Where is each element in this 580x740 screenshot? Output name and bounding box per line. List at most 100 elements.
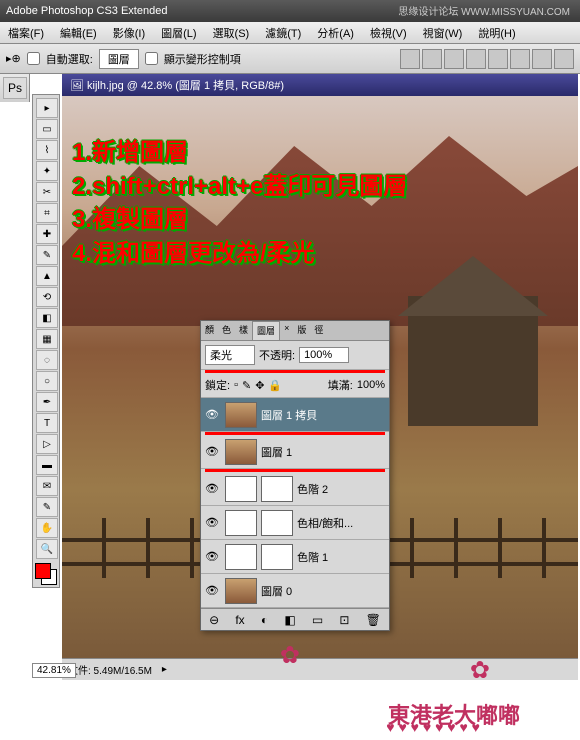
tab[interactable]: 徑 bbox=[310, 321, 327, 340]
marquee-tool[interactable]: ▭ bbox=[36, 119, 58, 139]
align-btn[interactable] bbox=[466, 49, 486, 69]
menu-file[interactable]: 檔案(F) bbox=[0, 22, 52, 43]
autoselect-checkbox[interactable] bbox=[27, 52, 40, 65]
align-btn[interactable] bbox=[400, 49, 420, 69]
align-btn[interactable] bbox=[554, 49, 574, 69]
tab-layers[interactable]: 圖層 bbox=[252, 321, 280, 340]
shape-tool[interactable]: ▬ bbox=[36, 455, 58, 475]
notes-tool[interactable]: ✉ bbox=[36, 476, 58, 496]
lock-row: 鎖定: ▫✎✥🔒 填滿: 100% bbox=[201, 373, 389, 398]
layer-thumb[interactable] bbox=[225, 510, 257, 536]
lock-icon[interactable]: ✎ bbox=[242, 379, 251, 392]
dodge-tool[interactable]: ○ bbox=[36, 371, 58, 391]
layer-thumb[interactable] bbox=[225, 439, 257, 465]
layer-mask-thumb[interactable] bbox=[261, 476, 293, 502]
tab[interactable]: 色 bbox=[218, 321, 235, 340]
layer-thumb[interactable] bbox=[225, 578, 257, 604]
ps-icon[interactable]: Ps bbox=[3, 77, 27, 99]
tab[interactable]: × bbox=[280, 321, 293, 340]
fx-icon[interactable]: fx bbox=[235, 613, 244, 627]
heal-tool[interactable]: ✚ bbox=[36, 224, 58, 244]
menu-view[interactable]: 檢視(V) bbox=[362, 22, 415, 43]
status-file: 文件: 5.49M/16.5M bbox=[68, 662, 152, 677]
group-icon[interactable]: ▭ bbox=[312, 613, 323, 627]
opacity-label: 不透明: bbox=[259, 347, 295, 363]
menu-image[interactable]: 影像(I) bbox=[105, 22, 153, 43]
align-btn[interactable] bbox=[422, 49, 442, 69]
stamp-tool[interactable]: ▲ bbox=[36, 266, 58, 286]
showtransform-checkbox[interactable] bbox=[145, 52, 158, 65]
menu-window[interactable]: 視窗(W) bbox=[415, 22, 471, 43]
adj-icon[interactable]: ◧ bbox=[284, 613, 295, 627]
layer-row[interactable]: 👁 色相/飽和... bbox=[201, 506, 389, 540]
menu-filter[interactable]: 濾鏡(T) bbox=[257, 22, 309, 43]
align-btn[interactable] bbox=[444, 49, 464, 69]
lock-icon[interactable]: ▫ bbox=[234, 379, 238, 391]
blur-tool[interactable]: ◌ bbox=[36, 350, 58, 370]
new-icon[interactable]: ⊡ bbox=[339, 613, 349, 627]
document-title: kijlh.jpg @ 42.8% (圖層 1 拷貝, RGB/8#) bbox=[87, 77, 284, 93]
wand-tool[interactable]: ✦ bbox=[36, 161, 58, 181]
status-arrow[interactable]: ▸ bbox=[162, 664, 167, 675]
visibility-icon[interactable]: 👁 bbox=[203, 445, 221, 458]
app-title: Adobe Photoshop CS3 Extended bbox=[6, 5, 167, 17]
link-icon[interactable]: ⊖ bbox=[209, 613, 219, 627]
menu-analysis[interactable]: 分析(A) bbox=[309, 22, 362, 43]
layer-row[interactable]: 👁 色階 2 bbox=[201, 472, 389, 506]
menu-select[interactable]: 選取(S) bbox=[205, 22, 258, 43]
document-tab[interactable]: 🖼 kijlh.jpg @ 42.8% (圖層 1 拷貝, RGB/8#) bbox=[62, 74, 578, 96]
align-btn[interactable] bbox=[488, 49, 508, 69]
tab[interactable]: 版 bbox=[293, 321, 310, 340]
visibility-icon[interactable]: 👁 bbox=[203, 550, 221, 563]
visibility-icon[interactable]: 👁 bbox=[203, 584, 221, 597]
type-tool[interactable]: T bbox=[36, 413, 58, 433]
lock-icon[interactable]: 🔒 bbox=[268, 379, 282, 392]
layer-name: 色階 2 bbox=[297, 481, 328, 497]
brush-tool[interactable]: ✎ bbox=[36, 245, 58, 265]
layer-row[interactable]: 👁圖層 0 bbox=[201, 574, 389, 608]
layer-mask-thumb[interactable] bbox=[261, 510, 293, 536]
hand-tool[interactable]: ✋ bbox=[36, 518, 58, 538]
layer-name: 色相/飽和... bbox=[297, 515, 353, 531]
tab[interactable]: 樣 bbox=[235, 321, 252, 340]
autoselect-target[interactable]: 圖層 bbox=[99, 49, 139, 69]
zoom-tool[interactable]: 🔍 bbox=[36, 539, 58, 559]
move-tool[interactable]: ▸ bbox=[36, 98, 58, 118]
align-btn[interactable] bbox=[532, 49, 552, 69]
eraser-tool[interactable]: ◧ bbox=[36, 308, 58, 328]
layer-mask-thumb[interactable] bbox=[261, 544, 293, 570]
slice-tool[interactable]: ⌗ bbox=[36, 203, 58, 223]
trash-icon[interactable]: 🗑 bbox=[366, 613, 381, 627]
menu-help[interactable]: 說明(H) bbox=[470, 22, 523, 43]
anno-3: 3.複製圖層 bbox=[72, 203, 407, 237]
mask-icon[interactable]: ◐ bbox=[261, 613, 268, 627]
menu-edit[interactable]: 編輯(E) bbox=[52, 22, 105, 43]
path-tool[interactable]: ▷ bbox=[36, 434, 58, 454]
layer-row[interactable]: 👁色階 1 bbox=[201, 540, 389, 574]
zoom-display[interactable]: 42.81% bbox=[32, 663, 76, 678]
lasso-tool[interactable]: ⌇ bbox=[36, 140, 58, 160]
align-btn[interactable] bbox=[510, 49, 530, 69]
tab[interactable]: 顏 bbox=[201, 321, 218, 340]
fill-label: 填滿: bbox=[328, 377, 353, 393]
visibility-icon[interactable]: 👁 bbox=[203, 482, 221, 495]
visibility-icon[interactable]: 👁 bbox=[203, 408, 221, 421]
blend-mode-select[interactable]: 柔光 bbox=[205, 345, 255, 365]
layer-row[interactable]: 👁圖層 1 bbox=[201, 435, 389, 469]
layer-thumb[interactable] bbox=[225, 544, 257, 570]
eyedropper-tool[interactable]: ✎ bbox=[36, 497, 58, 517]
pen-tool[interactable]: ✒ bbox=[36, 392, 58, 412]
gradient-tool[interactable]: ▦ bbox=[36, 329, 58, 349]
move-tool-icon: ▸⊕ bbox=[6, 52, 21, 65]
color-swatch[interactable] bbox=[35, 563, 57, 585]
fill-input[interactable]: 100% bbox=[357, 379, 385, 391]
history-brush-tool[interactable]: ⟲ bbox=[36, 287, 58, 307]
layer-thumb[interactable] bbox=[225, 476, 257, 502]
layer-row[interactable]: 👁圖層 1 拷貝 bbox=[201, 398, 389, 432]
crop-tool[interactable]: ✂ bbox=[36, 182, 58, 202]
visibility-icon[interactable]: 👁 bbox=[203, 516, 221, 529]
menu-layer[interactable]: 圖層(L) bbox=[153, 22, 204, 43]
opacity-input[interactable]: 100% bbox=[299, 347, 349, 363]
lock-icon[interactable]: ✥ bbox=[255, 379, 264, 392]
layer-thumb[interactable] bbox=[225, 402, 257, 428]
